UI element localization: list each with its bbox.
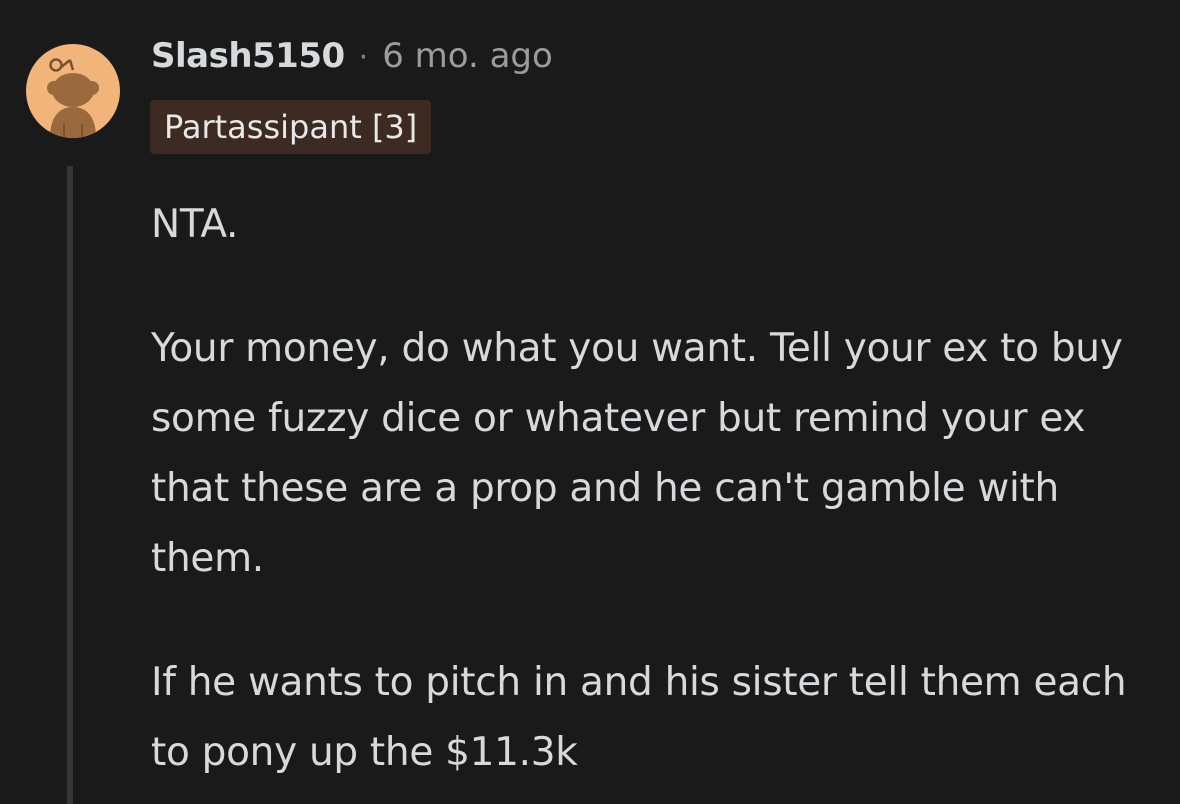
thread-collapse-line[interactable] <box>67 166 73 804</box>
comment-body: NTA. Your money, do what you want. Tell … <box>151 190 1161 788</box>
comment-paragraph: NTA. <box>151 202 239 247</box>
snoo-avatar-icon <box>47 58 99 138</box>
comment-paragraph: Your money, do what you want. Tell your … <box>151 326 1123 581</box>
timestamp-link[interactable]: 6 mo. ago <box>382 36 553 76</box>
user-flair: Partassipant [3] <box>150 100 432 154</box>
comment-paragraph: If he wants to pitch in and his sister t… <box>151 660 1127 775</box>
avatar[interactable] <box>26 44 120 138</box>
separator-dot: · <box>358 40 369 75</box>
username-link[interactable]: Slash5150 <box>151 36 345 76</box>
comment-header: Slash5150 · 6 mo. ago <box>151 36 553 76</box>
comment: Slash5150 · 6 mo. ago Partassipant [3] N… <box>0 0 1180 804</box>
